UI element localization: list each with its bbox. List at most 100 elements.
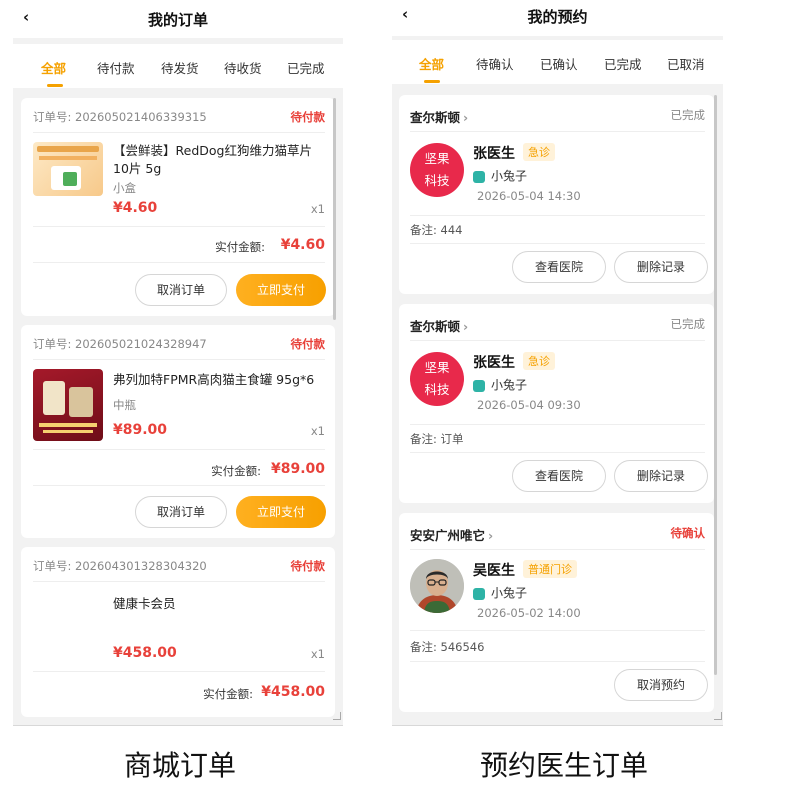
chevron-right-icon: ›: [463, 110, 469, 125]
scrollbar[interactable]: [714, 95, 717, 675]
pet-icon: [473, 587, 485, 600]
tab-pending-confirm[interactable]: 待确认: [476, 54, 514, 73]
caption-mall-orders: 商城订单: [124, 749, 237, 782]
doctor-name: 吴医生: [473, 563, 515, 579]
hospital-link[interactable]: 安安广州唯它 ›: [410, 525, 493, 544]
pet-info: 小兔子: [473, 167, 527, 184]
doctor-avatar: [410, 559, 464, 613]
hospital-name: 查尔斯顿: [410, 110, 461, 125]
appointment-header: ‹ 我的预约: [392, 0, 723, 36]
paid-amount: ¥458.00: [261, 684, 325, 700]
page-title: 我的订单: [147, 11, 208, 29]
tab-all[interactable]: 全部: [419, 54, 444, 73]
appointment-status: 已完成: [670, 317, 706, 331]
view-hospital-button[interactable]: 查看医院: [512, 251, 606, 283]
appointment-card: 查尔斯顿 › 已完成 坚果 科技 张医生 急诊 小兔子 2026-05-04 09…: [399, 304, 714, 503]
hospital-logo: 坚果 科技: [410, 143, 464, 197]
product-quantity: x1: [310, 202, 325, 216]
product-image[interactable]: [33, 142, 103, 196]
order-status: 待付款: [290, 559, 326, 573]
appointment-card: 查尔斯顿 › 已完成 坚果 科技 张医生 急诊 小兔子 2026-05-04 14…: [399, 95, 714, 294]
resize-handle-icon[interactable]: [714, 712, 722, 720]
product-price: ¥458.00: [113, 645, 177, 661]
chevron-right-icon: ›: [488, 528, 494, 543]
pet-name: 小兔子: [491, 586, 528, 600]
doctor-photo-icon: [410, 559, 464, 613]
paid-label: 实付金额:: [215, 240, 265, 254]
tab-confirmed[interactable]: 已确认: [540, 54, 578, 73]
appointments-screen: ‹ 我的预约 全部 待确认 已确认 已完成 已取消 查尔斯顿 › 已完成 坚果 科…: [392, 0, 723, 726]
delete-record-button[interactable]: 删除记录: [614, 251, 708, 283]
paid-label: 实付金额:: [203, 687, 253, 701]
visit-type-badge: 急诊: [523, 143, 555, 161]
active-tab-indicator: [424, 80, 440, 83]
order-status: 待付款: [290, 337, 326, 351]
doctor-name: 张医生: [473, 355, 515, 371]
appointment-time: 2026-05-02 14:00: [477, 606, 581, 620]
caption-doctor-appointments: 预约医生订单: [480, 749, 649, 782]
pet-info: 小兔子: [473, 376, 527, 393]
tab-pending-receipt[interactable]: 待收货: [224, 58, 262, 77]
delete-record-button[interactable]: 删除记录: [614, 460, 708, 492]
product-name[interactable]: 弗列加特FPMR高肉猫主食罐 95g*6: [113, 371, 323, 389]
pet-name: 小兔子: [491, 169, 528, 183]
order-number: 订单号: 202605021406339315: [33, 110, 207, 124]
tab-pending-payment[interactable]: 待付款: [97, 58, 135, 77]
appointment-time: 2026-05-04 09:30: [477, 398, 581, 412]
product-name[interactable]: 健康卡会员: [113, 593, 176, 612]
pet-name: 小兔子: [491, 378, 528, 392]
hospital-name: 查尔斯顿: [410, 319, 461, 334]
appointment-note: 备注: 546546: [410, 640, 485, 654]
scrollbar[interactable]: [333, 98, 336, 320]
resize-handle-icon[interactable]: [333, 712, 341, 720]
chevron-right-icon: ›: [463, 319, 469, 334]
product-price: ¥4.60: [113, 200, 158, 216]
product-spec: 中瓶: [113, 398, 136, 412]
hospital-name: 安安广州唯它: [410, 528, 486, 543]
appointment-time: 2026-05-04 14:30: [477, 189, 581, 203]
hospital-link[interactable]: 查尔斯顿 ›: [410, 107, 468, 126]
order-card: 订单号: 202605021024328947 待付款 弗列加特FPMR高肉猫主…: [21, 325, 335, 538]
appointment-card: 安安广州唯它 › 待确认 吴医生 普通门诊 小兔子 2026-05-02 14:0…: [399, 513, 714, 712]
mall-header: ‹ 我的订单: [13, 0, 343, 38]
order-number: 订单号: 202604301328304320: [33, 559, 207, 573]
paid-amount: ¥89.00: [270, 461, 325, 477]
appointment-note: 备注: 订单: [410, 432, 464, 446]
tab-completed[interactable]: 已完成: [604, 54, 642, 73]
cancel-appointment-button[interactable]: 取消预约: [614, 669, 708, 701]
hospital-logo: 坚果 科技: [410, 352, 464, 406]
pet-icon: [473, 170, 485, 183]
pet-info: 小兔子: [473, 584, 527, 601]
paid-label: 实付金额:: [211, 464, 261, 478]
product-quantity: x1: [310, 424, 325, 438]
product-image[interactable]: [33, 369, 103, 441]
product-spec: 小盒: [113, 181, 136, 195]
order-card: 订单号: 202605021406339315 待付款 【尝鲜装】RedDog红…: [21, 98, 335, 316]
cancel-order-button[interactable]: 取消订单: [135, 496, 227, 528]
pay-now-button[interactable]: 立即支付: [236, 274, 326, 306]
appointment-tabs: 全部 待确认 已确认 已完成 已取消: [392, 40, 723, 84]
tab-pending-shipment[interactable]: 待发货: [161, 58, 199, 77]
paid-amount: ¥4.60: [280, 237, 325, 253]
appointment-status: 待确认: [670, 526, 706, 540]
visit-type-badge: 急诊: [523, 352, 555, 370]
order-card: 订单号: 202604301328304320 待付款 健康卡会员 ¥458.0…: [21, 547, 335, 717]
page-title: 我的预约: [527, 8, 588, 26]
visit-type-badge: 普通门诊: [523, 560, 577, 578]
appointment-status: 已完成: [670, 108, 706, 122]
tab-completed[interactable]: 已完成: [287, 58, 325, 77]
tab-cancelled[interactable]: 已取消: [667, 54, 705, 73]
cancel-order-button[interactable]: 取消订单: [135, 274, 227, 306]
tab-all[interactable]: 全部: [41, 58, 66, 77]
product-quantity: x1: [310, 647, 325, 661]
order-tabs: 全部 待付款 待发货 待收货 已完成: [13, 44, 343, 88]
pet-icon: [473, 379, 485, 392]
product-name[interactable]: 【尝鲜装】RedDog红狗维力猫草片10片 5g: [113, 142, 323, 178]
mall-orders-screen: ‹ 我的订单 全部 待付款 待发货 待收货 已完成 订单号: 202605021…: [13, 0, 343, 726]
product-price: ¥89.00: [113, 422, 168, 438]
hospital-link[interactable]: 查尔斯顿 ›: [410, 316, 468, 335]
order-status: 待付款: [290, 110, 326, 124]
view-hospital-button[interactable]: 查看医院: [512, 460, 606, 492]
pay-now-button[interactable]: 立即支付: [236, 496, 326, 528]
active-tab-indicator: [47, 84, 63, 87]
